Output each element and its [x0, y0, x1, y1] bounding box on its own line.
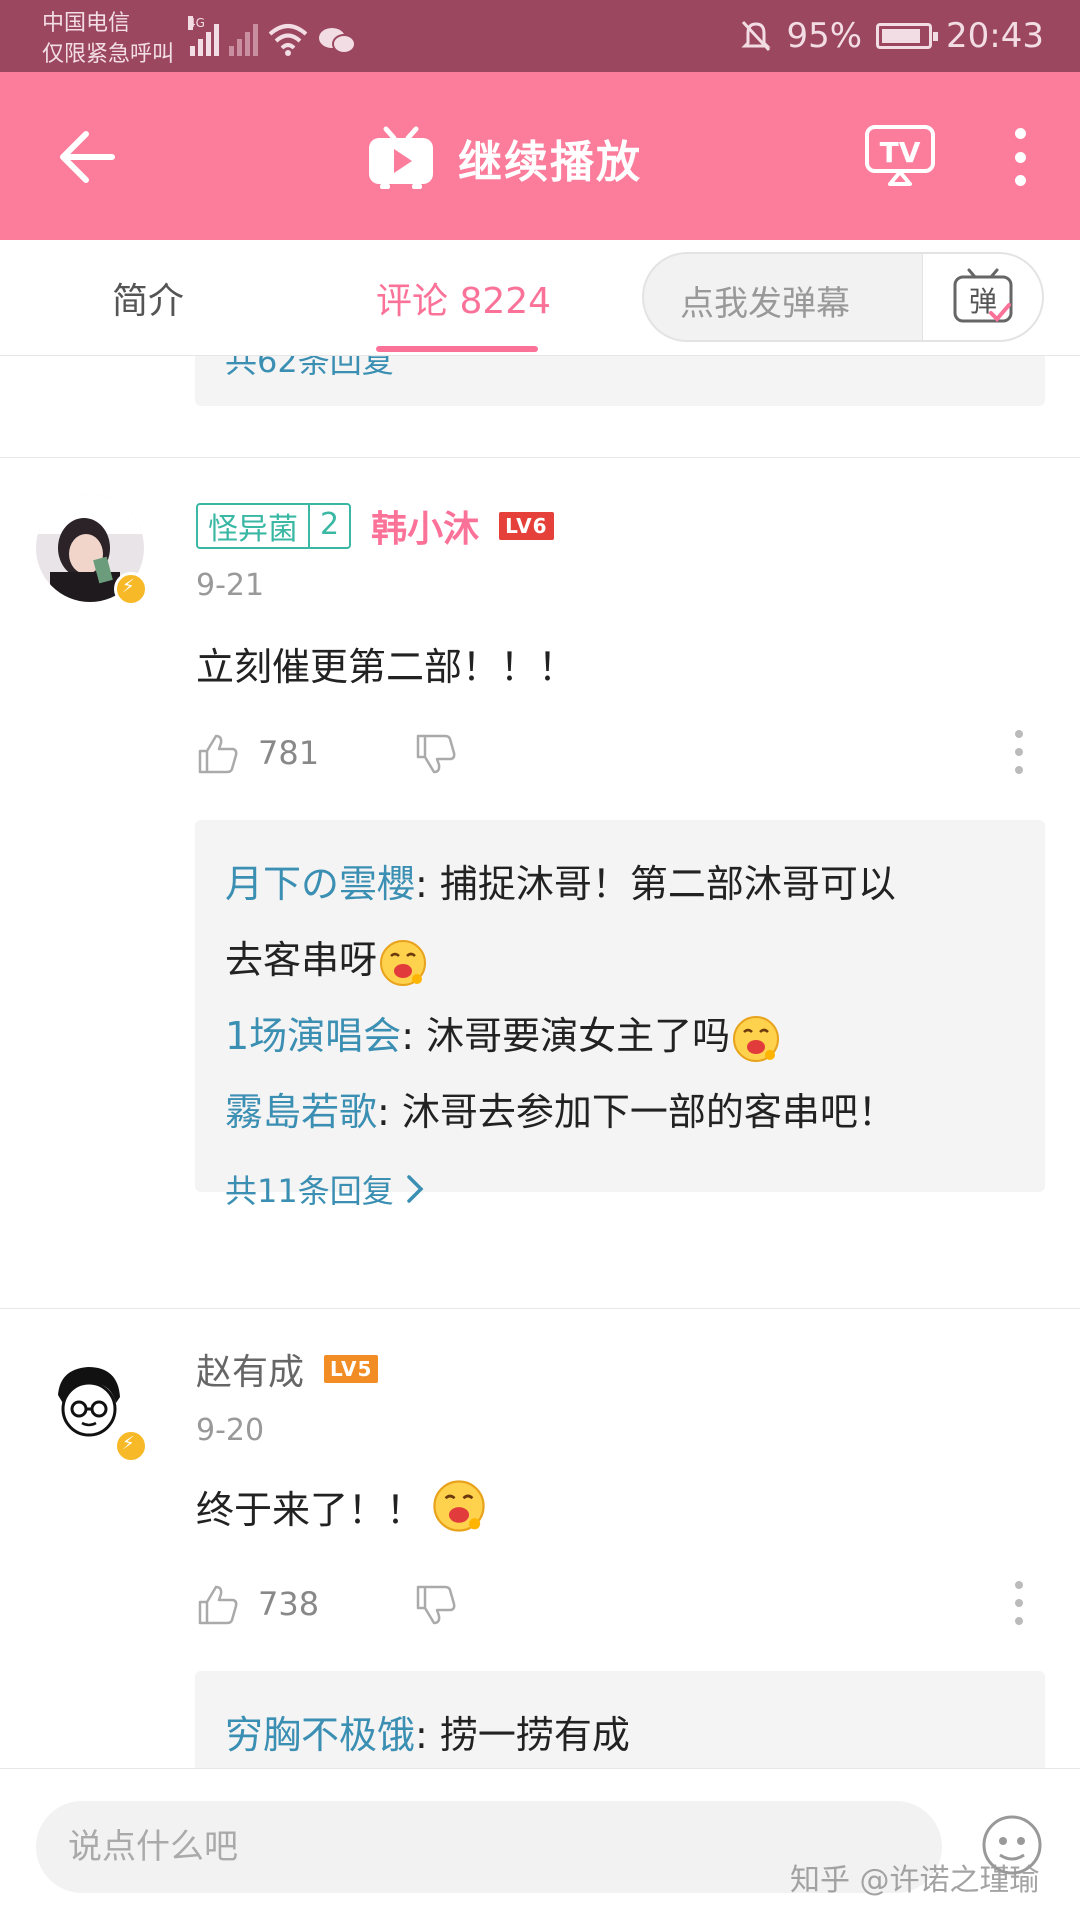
- reply-text: 沐哥要演女主了吗: [426, 1014, 731, 1058]
- reply-item[interactable]: 穷胸不极饿: 捞一捞有成: [225, 1697, 1015, 1768]
- fan-medal-name: 怪异菌: [208, 512, 298, 547]
- silent-bell-icon: [741, 20, 772, 52]
- vip-badge-icon: [114, 572, 148, 606]
- reply-text-cont: 去客串呀: [225, 938, 378, 982]
- danmaku-toggle-button[interactable]: 弹: [922, 254, 1042, 340]
- reply-username[interactable]: 1场演唱会: [225, 1014, 401, 1058]
- previous-more-replies-link[interactable]: 共62条回复: [225, 356, 394, 382]
- username[interactable]: 韩小沐: [371, 500, 479, 552]
- wechat-icon: [319, 28, 356, 54]
- reply-preview-box[interactable]: 穷胸不极饿: 捞一捞有成: [195, 1671, 1045, 1768]
- tv-logo-icon: [369, 126, 433, 189]
- status-bar: 中国电信 仅限紧急呼叫 4G 95% 20:43: [0, 0, 1080, 72]
- comment-item: 赵有成 LV5 9-20 终于来了！！ 738 穷胸不极饿: 捞一捞有成: [0, 1309, 1080, 1768]
- danmaku-send-bar[interactable]: 点我发弹幕 弹: [642, 252, 1044, 342]
- drool-emoji-icon: [430, 1477, 488, 1535]
- reply-separator: :: [401, 1014, 427, 1058]
- signal-4g-icon: 4G: [188, 16, 219, 56]
- previous-more-replies-label: 共62条回复: [225, 356, 394, 380]
- like-count: 738: [258, 1585, 320, 1623]
- reply-preview-box[interactable]: 月下の雲櫻: 捕捉沐哥！第二部沐哥可以 去客串呀 1场演唱会: 沐哥要演女主了吗…: [195, 820, 1045, 1210]
- battery-percent: 95%: [786, 16, 863, 56]
- signal-no-service-icon: [229, 20, 258, 56]
- carrier-name: 中国电信: [42, 11, 131, 36]
- comment-date: 9-21: [196, 568, 265, 603]
- reply-separator: :: [415, 862, 440, 906]
- continue-play-button[interactable]: 继续播放: [366, 120, 642, 196]
- username[interactable]: 赵有成: [196, 1343, 304, 1395]
- tab-bar: 简介 评论 8224 点我发弹幕 弹: [0, 240, 1080, 356]
- reply-item[interactable]: 1场演唱会: 沐哥要演女主了吗: [225, 998, 1015, 1074]
- watermark: 知乎 @许诺之瑾瑜: [790, 1863, 1040, 1898]
- drool-emoji-icon: [730, 1013, 782, 1065]
- reply-separator: :: [415, 1713, 440, 1757]
- page-title: 继续播放: [458, 137, 642, 188]
- like-count: 781: [258, 734, 320, 772]
- chevron-right-icon: [406, 1175, 424, 1203]
- reply-separator: :: [377, 1090, 402, 1134]
- avatar[interactable]: [36, 1351, 148, 1463]
- signal-group: 4G: [188, 16, 356, 56]
- reply-text: 捕捉沐哥！第二部沐哥可以: [439, 862, 896, 906]
- comment-text: 立刻催更第二部！！！: [196, 645, 577, 689]
- emergency-only-text: 仅限紧急呼叫: [42, 42, 175, 67]
- active-tab-indicator: [376, 346, 538, 352]
- battery-icon: [876, 23, 939, 49]
- comment-actions: 781: [196, 730, 1026, 780]
- comment-text-content: 终于来了！！: [196, 1487, 425, 1532]
- app-bar: 继续播放 TV: [0, 72, 1080, 240]
- user-level-badge: LV6: [499, 512, 554, 540]
- reply-username[interactable]: 霧島若歌: [225, 1090, 377, 1134]
- reply-username[interactable]: 月下の雲櫻: [225, 862, 415, 906]
- comment-options-icon[interactable]: [1012, 1581, 1026, 1625]
- fan-medal-level: 2: [308, 503, 349, 549]
- comment-item: 怪异菌 2 韩小沐 LV6 9-21 立刻催更第二部！！！ 781 月下の雲櫻:…: [0, 458, 1080, 1210]
- previous-reply-box: 共62条回复: [195, 356, 1045, 406]
- more-replies-link[interactable]: 共11条回复: [225, 1166, 1015, 1212]
- comment-list[interactable]: 共62条回复 怪异菌 2 韩小沐 L: [0, 356, 1080, 1768]
- thumbs-down-icon[interactable]: [414, 1583, 458, 1627]
- thumbs-up-icon[interactable]: [196, 1583, 240, 1627]
- comment-actions: 738: [196, 1581, 1026, 1631]
- tab-intro[interactable]: 简介: [112, 272, 184, 324]
- drool-emoji-icon: [377, 937, 429, 989]
- reply-text: 捞一捞有成: [439, 1713, 630, 1757]
- user-row: 赵有成 LV5: [196, 1343, 379, 1395]
- comment-input-bar: 说点什么吧 知乎 @许诺之瑾瑜: [0, 1768, 1080, 1920]
- more-replies-label: 共11条回复: [225, 1172, 394, 1210]
- reply-item[interactable]: 霧島若歌: 沐哥去参加下一部的客串吧！: [225, 1074, 1015, 1150]
- user-level-badge: LV5: [324, 1355, 379, 1383]
- user-row: 怪异菌 2 韩小沐 LV6: [196, 500, 554, 552]
- reply-text: 沐哥去参加下一部的客串吧！: [401, 1090, 896, 1134]
- danmaku-placeholder[interactable]: 点我发弹幕: [680, 276, 850, 325]
- svg-text:TV: TV: [880, 136, 921, 169]
- reply-username[interactable]: 穷胸不极饿: [225, 1713, 415, 1757]
- comment-date: 9-20: [196, 1413, 265, 1448]
- carrier-info: 中国电信 仅限紧急呼叫: [42, 8, 174, 70]
- more-vertical-icon[interactable]: [1000, 122, 1040, 192]
- thumbs-down-icon[interactable]: [414, 732, 458, 776]
- fan-medal[interactable]: 怪异菌 2: [196, 503, 352, 549]
- reply-item[interactable]: 月下の雲櫻: 捕捉沐哥！第二部沐哥可以 去客串呀: [225, 846, 1015, 998]
- avatar[interactable]: [36, 494, 148, 606]
- network-type-label: 4G: [188, 16, 205, 30]
- clock: 20:43: [946, 16, 1044, 56]
- tv-cast-icon[interactable]: TV: [864, 124, 936, 188]
- comment-options-icon[interactable]: [1012, 730, 1026, 774]
- status-right: 95% 20:43: [740, 0, 1044, 72]
- comment-text: 终于来了！！: [196, 1477, 488, 1535]
- thumbs-up-icon[interactable]: [196, 732, 240, 776]
- wifi-icon: [268, 24, 308, 56]
- tab-comments[interactable]: 评论 8224: [376, 272, 551, 324]
- vip-badge-icon: [114, 1429, 148, 1463]
- danmaku-icon: 弹: [953, 268, 1012, 323]
- back-arrow-icon[interactable]: [52, 122, 122, 192]
